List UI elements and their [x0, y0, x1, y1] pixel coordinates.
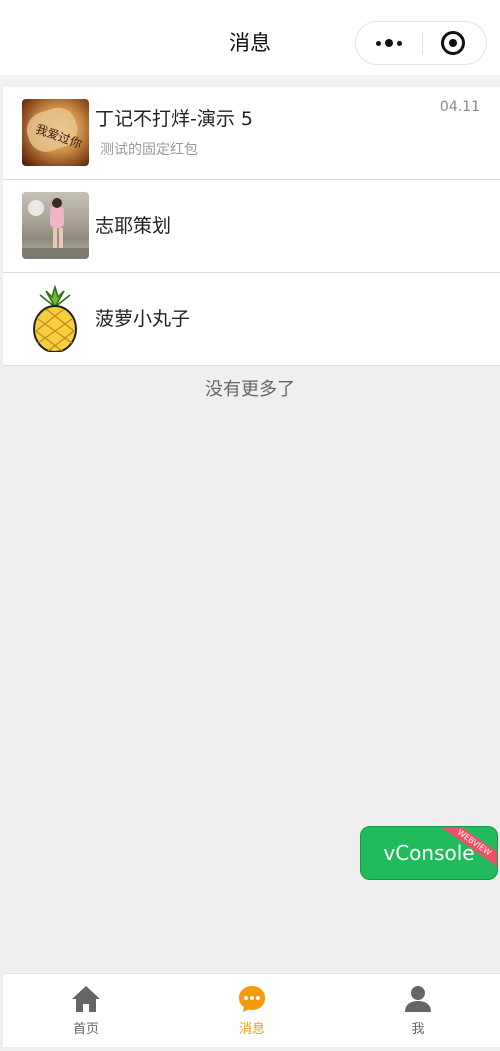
photo-avatar-icon	[22, 192, 89, 259]
person-icon	[405, 986, 431, 1012]
conversation-name: 菠萝小丸子	[95, 308, 191, 330]
pineapple-avatar-icon	[22, 285, 89, 352]
conversation-name: 志耶策划	[95, 215, 172, 237]
list-item[interactable]: 志耶策划	[3, 180, 500, 273]
header-gap	[0, 75, 500, 87]
photo-avatar-icon: 我爱过你	[22, 99, 89, 166]
tab-home[interactable]: 首页	[3, 974, 169, 1048]
bottom-tab-bar: 首页 消息 我	[3, 973, 500, 1047]
mini-program-capsule	[355, 21, 487, 65]
conversation-preview: 测试的固定红包	[100, 142, 198, 158]
target-close-icon[interactable]	[423, 22, 487, 64]
tab-label: 首页	[72, 1022, 99, 1037]
list-item[interactable]: 我爱过你 丁记不打烊-演示 5 测试的固定红包 04.11	[3, 87, 500, 180]
no-more-text: 没有更多了	[205, 379, 295, 400]
home-icon	[72, 986, 100, 1012]
conversation-list: 我爱过你 丁记不打烊-演示 5 测试的固定红包 04.11 志耶策划 菠萝小丸子	[3, 87, 500, 366]
conversation-time: 04.11	[439, 99, 480, 115]
vconsole-button[interactable]: vConsole WEBVIEW	[360, 826, 498, 880]
tab-messages[interactable]: 消息	[169, 974, 335, 1048]
tab-me[interactable]: 我	[335, 974, 500, 1048]
list-item[interactable]: 菠萝小丸子	[3, 273, 500, 366]
top-navigation-bar: 消息	[0, 0, 500, 75]
tab-label: 消息	[238, 1022, 265, 1037]
message-icon	[239, 986, 265, 1012]
vconsole-label: vConsole	[383, 841, 475, 865]
conversation-name: 丁记不打烊-演示 5	[95, 108, 253, 130]
more-dots-icon[interactable]	[356, 22, 422, 64]
tab-label: 我	[411, 1022, 425, 1037]
